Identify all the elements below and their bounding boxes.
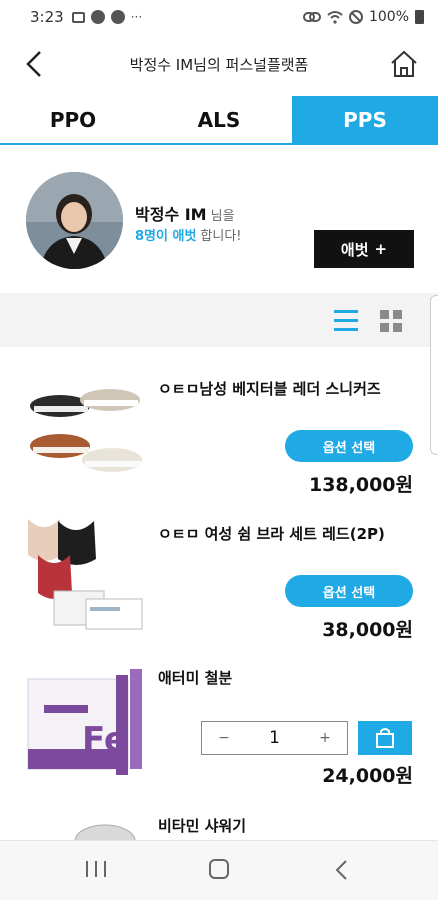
follower-count: 8명이 애벗 xyxy=(135,229,197,244)
product-image-shower-filter xyxy=(74,824,136,841)
facebook-icon xyxy=(90,10,105,24)
app-header: 박정수 IM님의 퍼스널플랫폼 xyxy=(0,34,438,94)
avatar xyxy=(26,172,123,269)
link-icon xyxy=(302,12,321,22)
wifi-icon xyxy=(327,11,343,24)
system-icons: 100% xyxy=(302,9,424,25)
product-title[interactable]: ㅇㅌㅁ 여성 쉼 브라 세트 레드(2P) xyxy=(158,523,385,544)
quantity-value[interactable]: 1 xyxy=(246,728,303,748)
shopping-bag-icon xyxy=(376,728,394,748)
product-image-sneakers xyxy=(30,389,142,472)
home-circle-icon[interactable] xyxy=(209,859,229,879)
back-button[interactable] xyxy=(18,48,50,80)
profile-name-suffix: 님을 xyxy=(210,209,235,224)
follower-text: 합니다! xyxy=(200,229,242,244)
page-title: 박정수 IM님의 퍼스널플랫폼 xyxy=(129,55,309,74)
scroll-handle[interactable] xyxy=(430,295,438,455)
profile-card: 박정수 IM 님을 8명이 애벗 합니다! 애벗 + xyxy=(0,147,438,293)
follow-button[interactable]: 애벗 + xyxy=(314,230,414,268)
avatar-photo xyxy=(26,172,123,269)
status-time: 3:23 xyxy=(30,8,64,26)
quantity-plus-button[interactable]: + xyxy=(303,730,347,746)
facebook-icon xyxy=(110,10,125,24)
follower-line: 8명이 애벗 합니다! xyxy=(135,225,242,244)
image-icon xyxy=(71,11,85,23)
more-icon: ··· xyxy=(130,10,143,24)
add-to-cart-button[interactable] xyxy=(358,721,412,755)
profile-name: 박정수 IM xyxy=(135,205,207,224)
profile-name-line: 박정수 IM 님을 xyxy=(135,201,235,225)
view-toggle-bar xyxy=(0,293,438,347)
back-icon[interactable] xyxy=(334,859,350,881)
system-nav-bar xyxy=(0,840,438,900)
product-price: 38,000원 xyxy=(322,619,413,641)
tab-als[interactable]: ALS xyxy=(146,96,292,143)
battery-icon xyxy=(415,10,424,24)
tab-ppo[interactable]: PPO xyxy=(0,96,146,143)
home-icon xyxy=(391,50,417,77)
product-title[interactable]: 애터미 철분 xyxy=(158,667,232,688)
option-select-button[interactable]: 옵션 선택 xyxy=(285,575,413,607)
battery-level: 100% xyxy=(368,9,409,25)
product-image-bra-set xyxy=(28,519,143,630)
product-image-iron: Fe xyxy=(27,669,142,775)
list-view-icon[interactable] xyxy=(334,310,358,331)
grid-view-icon[interactable] xyxy=(380,310,402,332)
quantity-minus-button[interactable]: − xyxy=(202,730,246,746)
product-title[interactable]: ㅇㅌㅁ남성 베지터블 레더 스니커즈 xyxy=(158,378,381,399)
option-select-button[interactable]: 옵션 선택 xyxy=(285,430,413,462)
status-bar: 3:23 ··· 100% xyxy=(0,0,438,34)
product-price: 138,000원 xyxy=(308,474,413,496)
notification-icons: ··· xyxy=(71,10,143,24)
quantity-stepper: − 1 + xyxy=(201,721,348,755)
home-button[interactable] xyxy=(386,46,422,82)
product-title[interactable]: 비타민 샤워기 xyxy=(158,815,246,836)
tab-bar: PPO ALS PPS xyxy=(0,96,438,145)
tab-pps[interactable]: PPS xyxy=(292,96,438,143)
follow-button-label: 애벗 xyxy=(340,240,369,259)
recent-apps-icon[interactable] xyxy=(86,861,106,881)
chevron-left-icon xyxy=(26,51,41,77)
product-price: 24,000원 xyxy=(322,765,413,787)
do-not-disturb-icon xyxy=(348,10,363,24)
plus-icon: + xyxy=(374,240,388,258)
